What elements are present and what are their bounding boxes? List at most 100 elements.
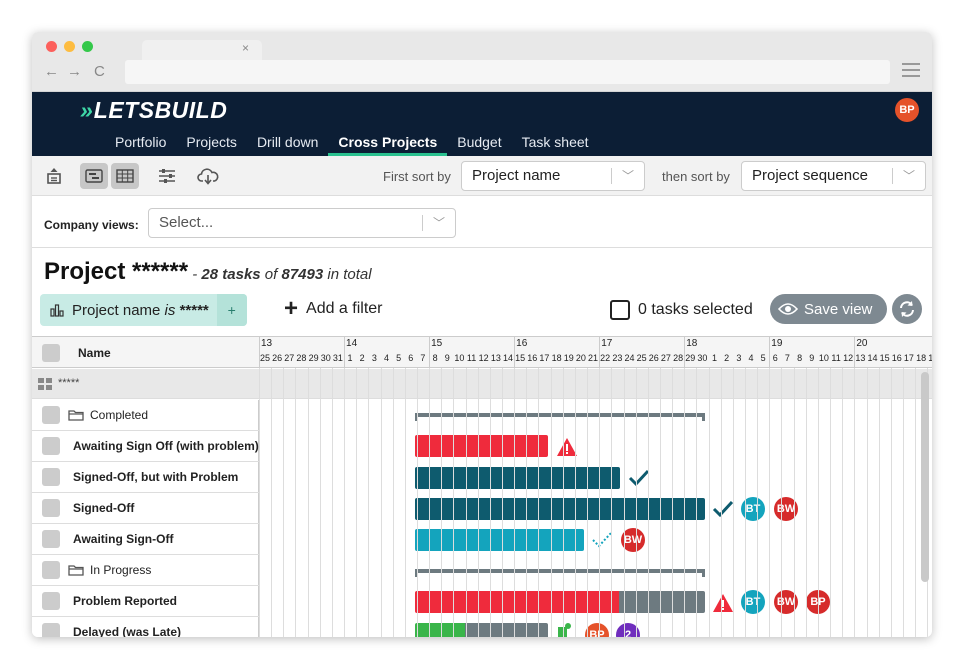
tab-projects[interactable]: Projects	[176, 132, 247, 156]
timeline-day-label: 13	[855, 353, 866, 363]
day-gridline	[866, 368, 868, 637]
save-view-label: Save view	[804, 300, 873, 318]
task-count-summary: - 28 tasks of 87493 in total	[188, 266, 372, 283]
assignee-badge[interactable]: BW	[621, 528, 645, 552]
row-checkbox[interactable]	[42, 561, 60, 579]
row-checkbox[interactable]	[42, 530, 60, 548]
tab-drill-down[interactable]: Drill down	[247, 132, 328, 156]
table-row[interactable]: Signed-Off	[32, 493, 259, 524]
day-gridline	[441, 368, 443, 637]
tab-portfolio[interactable]: Portfolio	[105, 132, 176, 156]
export-icon[interactable]	[40, 163, 68, 189]
table-row[interactable]: Completed	[32, 400, 259, 431]
row-checkbox[interactable]	[42, 623, 60, 637]
task-bar-remaining[interactable]	[619, 591, 705, 613]
forward-arrow-icon[interactable]: →	[67, 63, 82, 80]
user-avatar[interactable]: BP	[895, 98, 919, 122]
table-row[interactable]: Signed-Off, but with Problem	[32, 462, 259, 493]
name-column-header[interactable]: Name	[78, 346, 111, 360]
checkmark-icon[interactable]	[628, 469, 650, 487]
grid-view-icon[interactable]	[111, 163, 139, 189]
task-bar[interactable]	[415, 467, 620, 489]
flag-icon[interactable]	[557, 623, 571, 637]
task-bar[interactable]	[415, 498, 705, 520]
select-all-checkbox[interactable]	[610, 300, 630, 320]
table-row[interactable]: Awaiting Sign-Off	[32, 524, 259, 555]
filter-chip[interactable]: Project name is ***** +	[40, 294, 247, 326]
timeline-day-label: 16	[891, 353, 902, 363]
add-filter-button[interactable]: + Add a filter	[284, 297, 383, 321]
row-label: Delayed (was Late)	[73, 625, 182, 637]
timeline-week-label: 16	[516, 338, 528, 349]
row-checkbox[interactable]	[42, 468, 60, 486]
day-gridline	[404, 368, 406, 637]
row-label: Signed-Off	[73, 501, 135, 515]
timeline-day-label: 7	[784, 353, 790, 363]
tab-cross-projects[interactable]: Cross Projects	[328, 132, 448, 156]
then-sort-select[interactable]: Project sequence ﹀	[741, 161, 926, 191]
header-checkbox[interactable]	[42, 344, 60, 362]
settings-sliders-icon[interactable]	[153, 163, 181, 189]
task-bar-progress[interactable]	[415, 623, 465, 637]
table-row[interactable]: In Progress	[32, 555, 259, 586]
close-window-button[interactable]	[46, 41, 57, 52]
week-divider	[344, 337, 346, 368]
table-row[interactable]: Problem Reported	[32, 586, 259, 617]
refresh-button[interactable]	[892, 294, 922, 324]
gantt-view-icon[interactable]	[80, 163, 108, 189]
filter-add-condition-button[interactable]: +	[216, 294, 247, 326]
timeline-day-label: 7	[420, 353, 426, 363]
browser-menu-icon[interactable]	[902, 63, 920, 77]
back-arrow-icon[interactable]: ←	[44, 63, 59, 80]
filter-chip-main[interactable]: Project name is *****	[40, 294, 217, 326]
add-filter-label: Add a filter	[306, 300, 383, 317]
total-count: 87493	[281, 266, 324, 283]
save-view-button[interactable]: Save view	[770, 294, 887, 324]
timeline-day-label: 13	[490, 353, 501, 363]
tasks-selected-label: 0 tasks selected	[638, 301, 753, 318]
company-views-select[interactable]: Select... ﹀	[148, 208, 456, 238]
timeline-day-label: 27	[660, 353, 671, 363]
address-bar[interactable]	[125, 60, 890, 84]
row-label: Signed-Off, but with Problem	[73, 470, 239, 484]
day-gridline	[562, 368, 564, 637]
assignee-badge[interactable]: BP	[585, 623, 609, 637]
reload-icon[interactable]: C	[94, 63, 105, 80]
day-gridline	[259, 368, 260, 637]
timeline-day-label: 9	[809, 353, 815, 363]
row-checkbox[interactable]	[42, 592, 60, 610]
tab-close-icon[interactable]: ×	[242, 41, 249, 55]
cloud-download-icon[interactable]	[194, 163, 222, 189]
first-sort-select[interactable]: Project name ﹀	[461, 161, 645, 191]
day-gridline	[793, 368, 795, 637]
table-row[interactable]: Awaiting Sign Off (with problem)	[32, 431, 259, 462]
tab-budget[interactable]: Budget	[447, 132, 511, 156]
table-row[interactable]: Delayed (was Late)	[32, 617, 259, 637]
row-checkbox[interactable]	[42, 499, 60, 517]
week-divider	[854, 337, 856, 368]
row-label: Awaiting Sign Off (with problem)	[73, 439, 259, 453]
warning-icon[interactable]	[712, 593, 734, 613]
row-checkbox[interactable]	[42, 406, 60, 424]
maximize-window-button[interactable]	[82, 41, 93, 52]
checkmark-icon[interactable]	[712, 500, 734, 518]
tasks-selected[interactable]: 0 tasks selected	[610, 300, 753, 320]
day-gridline	[502, 368, 503, 637]
folder-icon	[68, 410, 84, 421]
vertical-scrollbar[interactable]	[921, 372, 929, 582]
task-bar[interactable]	[415, 435, 548, 457]
week-divider	[769, 337, 771, 368]
pending-check-icon[interactable]	[591, 531, 613, 549]
task-bar-progress[interactable]	[415, 591, 619, 613]
gantt-timeline[interactable]: 25 26 27 28 29 30 31 1 2 3 4 5 6 7 8 9 10 11 12 13 14 15 16 17 1…	[259, 337, 932, 637]
day-gridline	[769, 368, 771, 637]
company-views-bar: Company views: Select... ﹀	[32, 196, 932, 248]
browser-chrome: × ← → C	[32, 32, 932, 92]
row-checkbox[interactable]	[42, 437, 60, 455]
timeline-day-label: 2	[724, 353, 730, 363]
minimize-window-button[interactable]	[64, 41, 75, 52]
letsbuild-logo[interactable]: » LETSBUILD	[80, 96, 227, 124]
tab-task-sheet[interactable]: Task sheet	[512, 132, 599, 156]
timeline-day-label: 25	[259, 353, 270, 363]
timeline-day-label: 17	[903, 353, 914, 363]
